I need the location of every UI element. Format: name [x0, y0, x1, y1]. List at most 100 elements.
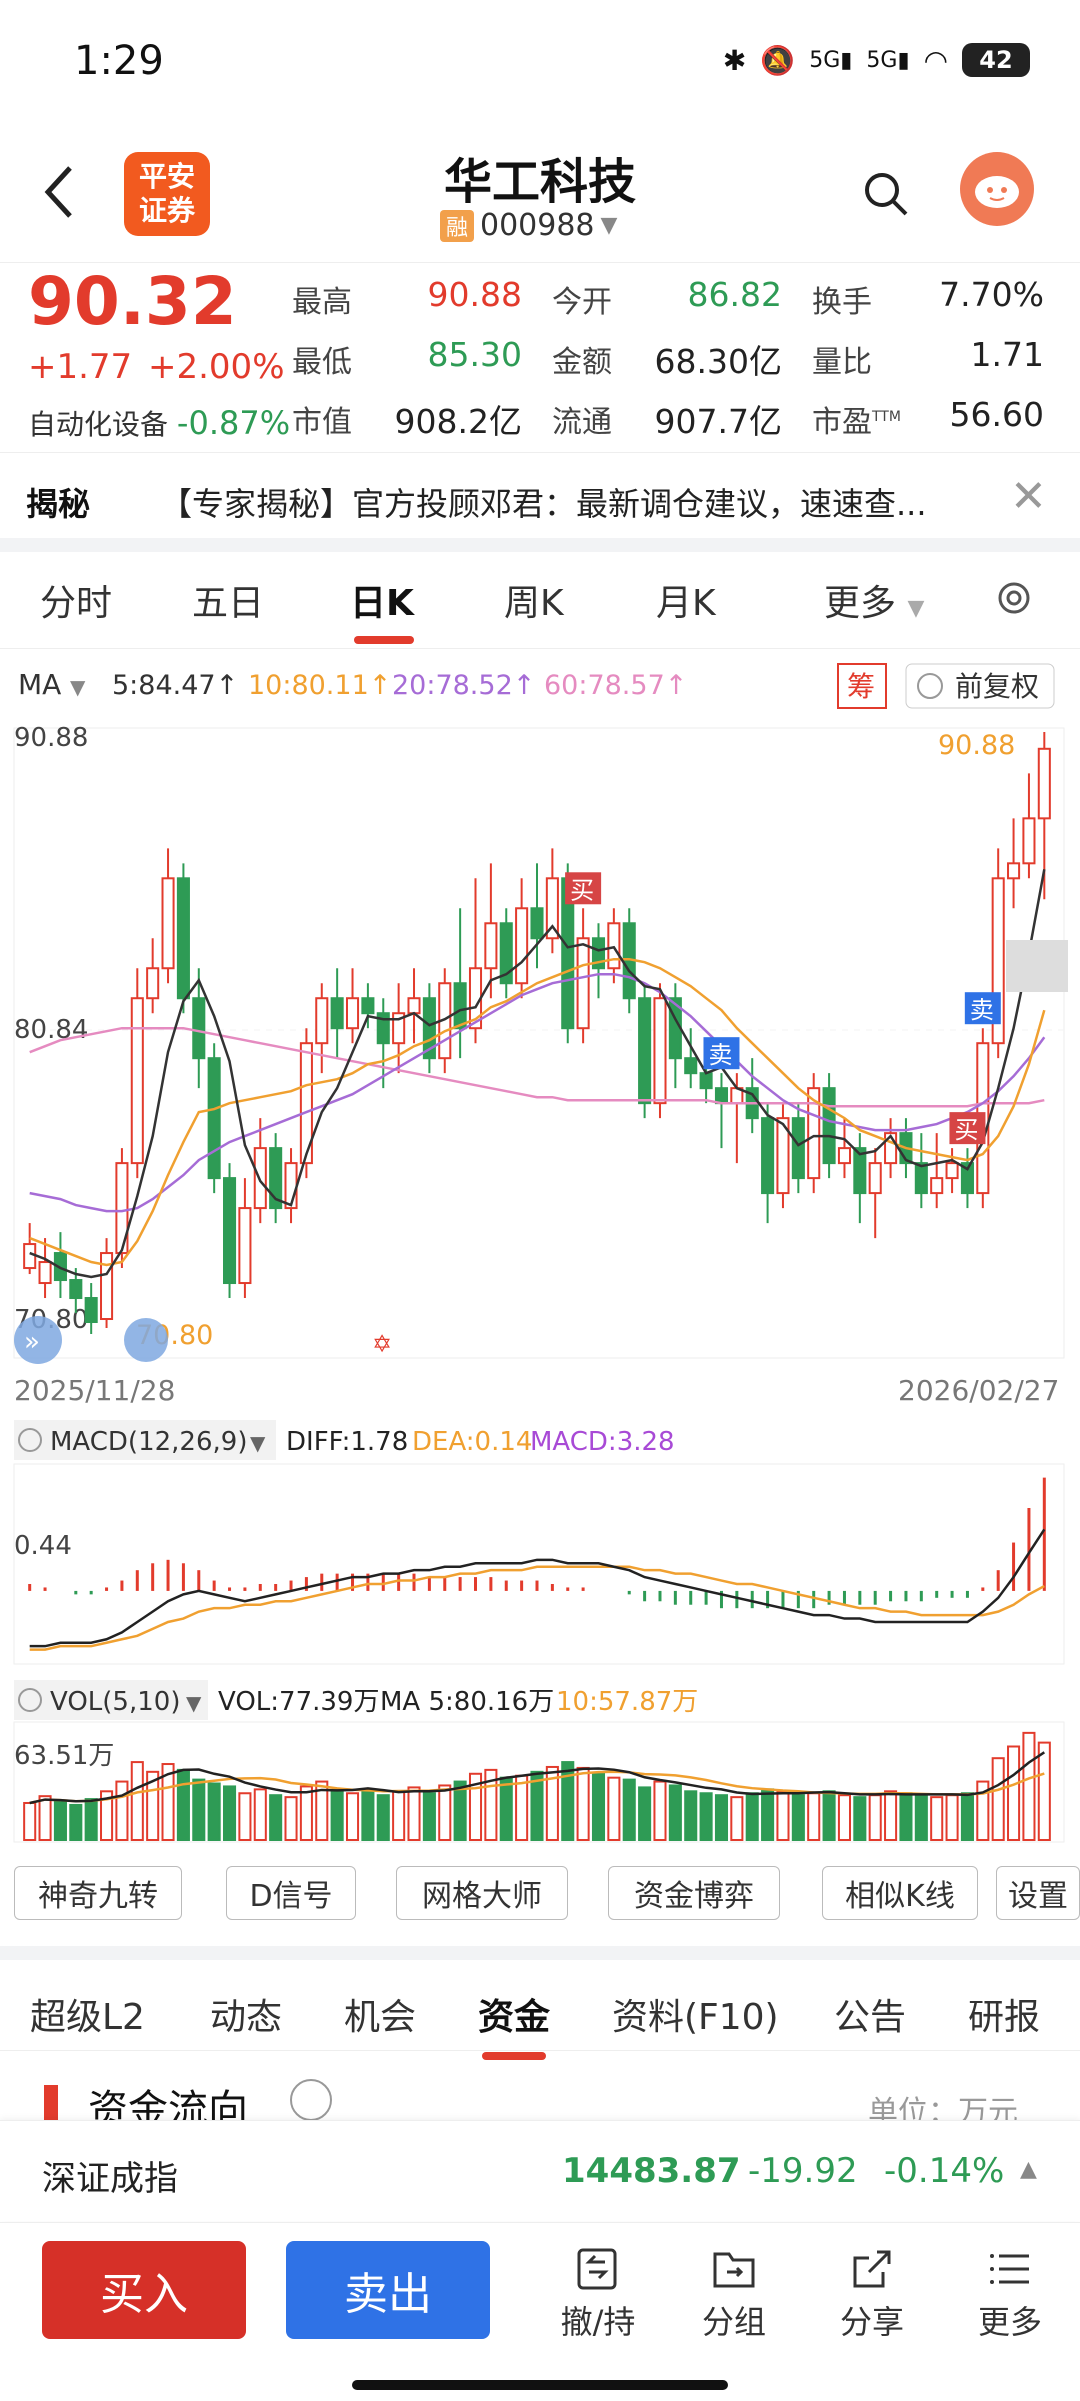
candle-body	[192, 997, 206, 1060]
more-button[interactable]: 更多	[960, 2241, 1060, 2343]
vol-axis: 63.51万	[14, 1741, 114, 1771]
home-indicator[interactable]	[352, 2380, 728, 2390]
chevron-down-icon[interactable]: ▼	[70, 675, 86, 699]
ma-label[interactable]: MA	[18, 668, 61, 701]
info-icon[interactable]	[290, 2079, 332, 2121]
candle-body	[576, 937, 590, 1030]
tab-opportunity[interactable]: 机会	[344, 1988, 416, 2040]
tab-announcements[interactable]: 公告	[834, 1988, 906, 2040]
candle-body	[361, 997, 375, 1015]
adjust-label[interactable]: 前复权	[955, 670, 1039, 703]
settings-gear-icon[interactable]	[990, 574, 1038, 622]
macd-frame	[13, 1463, 1065, 1665]
page-title: 华工科技	[443, 154, 636, 210]
tab-weekly-k[interactable]: 周K	[504, 574, 564, 626]
tab-five-day[interactable]: 五日	[192, 574, 264, 626]
ma60-line	[29, 1026, 1045, 1108]
fund-unit: 单位：万元	[868, 2095, 1018, 2121]
cancel-hold-button[interactable]: 撤/持	[548, 2241, 648, 2343]
candle-body	[69, 1279, 83, 1300]
active-tab-indicator	[354, 636, 414, 644]
tool-d-signal[interactable]: D信号	[226, 1866, 356, 1920]
vol-ma10: 10:57.87万	[556, 1687, 698, 1717]
promo-banner[interactable]: 揭秘 【专家揭秘】官方投顾邓君：最新调仓建议，速速查... ✕	[0, 452, 1080, 539]
date-end: 2026/02/27	[898, 1374, 1059, 1407]
tool-magic-nine[interactable]: 神奇九转	[14, 1866, 182, 1920]
candle-body	[453, 982, 467, 1030]
candle-body	[100, 1252, 114, 1321]
volume-bar	[668, 1784, 682, 1841]
stock-code-row[interactable]: 融 000988 ▼	[440, 208, 617, 243]
candle-body	[23, 1243, 37, 1270]
group-button[interactable]: 分组	[684, 2241, 784, 2343]
chevron-down-icon: ▼	[600, 213, 618, 238]
status-icons: ✱ 🔕 5G▮ 5G▮ ◠ 42	[723, 40, 1030, 80]
status-bar: 1:29 ✱ 🔕 5G▮ 5G▮ ◠ 42	[0, 0, 1080, 120]
tab-f10[interactable]: 资料(F10)	[612, 1988, 779, 2040]
tab-more[interactable]: 更多 ▼	[824, 574, 924, 626]
marker-label: 卖	[970, 996, 994, 1024]
candle-body	[1007, 862, 1021, 880]
tab-capital[interactable]: 资金	[478, 1988, 550, 2040]
reset-zoom-icon[interactable]	[124, 1318, 168, 1362]
tab-research[interactable]: 研报	[968, 1988, 1040, 2040]
candle-body	[238, 1207, 252, 1285]
buy-button[interactable]: 买入	[42, 2241, 246, 2339]
index-ticker[interactable]: 深证成指 14483.87 -19.92 -0.14% ▲	[0, 2120, 1080, 2221]
marker-label: 买	[954, 1116, 978, 1144]
date-start: 2025/11/28	[14, 1374, 175, 1407]
volume-bar	[684, 1790, 698, 1841]
tool-similar-k[interactable]: 相似K线	[822, 1866, 978, 1920]
period-tabs: 分时 五日 日K 周K 月K 更多 ▼	[0, 552, 1080, 649]
volume-bar	[576, 1766, 590, 1841]
tab-super-l2[interactable]: 超级L2	[30, 1988, 145, 2040]
stat-value: 86.82	[687, 275, 782, 314]
candle-body	[207, 1057, 221, 1180]
cancel-hold-icon	[548, 2241, 648, 2297]
assistant-avatar[interactable]	[960, 152, 1034, 226]
tool-fund-game[interactable]: 资金博弈	[608, 1866, 780, 1920]
chevron-up-icon[interactable]: ▲	[1020, 2157, 1037, 2182]
volume-bar	[376, 1794, 390, 1841]
sector-info[interactable]: 自动化设备 -0.87%	[28, 403, 290, 443]
event-star-icon[interactable]: ✡	[372, 1330, 392, 1358]
tab-intraday[interactable]: 分时	[40, 574, 112, 626]
volume-bar	[699, 1792, 713, 1842]
vol-label[interactable]: VOL(5,10)	[50, 1687, 180, 1717]
tab-news[interactable]: 动态	[210, 1988, 282, 2040]
stat-value: 68.30亿	[654, 342, 782, 381]
volume-bar	[1022, 1731, 1036, 1841]
signal-icon: 5G▮	[809, 47, 853, 73]
chip-badge[interactable]: 筹	[847, 670, 875, 703]
volume-bar	[84, 1798, 98, 1842]
macd-label[interactable]: MACD(12,26,9)	[50, 1427, 247, 1457]
tab-daily-k[interactable]: 日K	[350, 574, 414, 626]
tool-grid-master[interactable]: 网格大师	[396, 1866, 568, 1920]
close-icon[interactable]: ✕	[1010, 471, 1047, 522]
crosshair-handle[interactable]	[1006, 940, 1068, 992]
candle-body	[345, 997, 360, 1030]
banner-text[interactable]: 【专家揭秘】官方投顾邓君：最新调仓建议，速速查...	[160, 479, 1005, 525]
chevron-down-icon[interactable]: ▼	[250, 1431, 266, 1455]
volume-bar	[223, 1785, 237, 1842]
section-marker	[44, 2085, 58, 2121]
index-pct: -0.14%	[884, 2151, 1005, 2191]
candle-body	[407, 997, 421, 1015]
volume-bar	[791, 1794, 805, 1841]
volume-bar	[192, 1778, 206, 1842]
candle-body	[684, 1057, 698, 1075]
candle-body	[330, 997, 344, 1030]
volume-bar	[884, 1790, 898, 1841]
volume-bar	[422, 1792, 436, 1842]
candle-body	[515, 907, 529, 985]
kline-chart[interactable]: MA ▼ 5:84.47↑ 10:80.11↑ 20:78.52↑ 60:78.…	[0, 650, 1080, 1850]
candle-body	[530, 907, 544, 940]
tab-monthly-k[interactable]: 月K	[656, 574, 716, 626]
volume-bar	[115, 1780, 129, 1841]
sell-button[interactable]: 卖出	[286, 2241, 490, 2339]
tool-settings[interactable]: 设置	[996, 1866, 1080, 1920]
search-icon[interactable]	[862, 170, 910, 218]
chevron-down-icon[interactable]: ▼	[186, 1691, 202, 1715]
share-button[interactable]: 分享	[822, 2241, 922, 2343]
stat-value: 7.70%	[939, 275, 1044, 314]
